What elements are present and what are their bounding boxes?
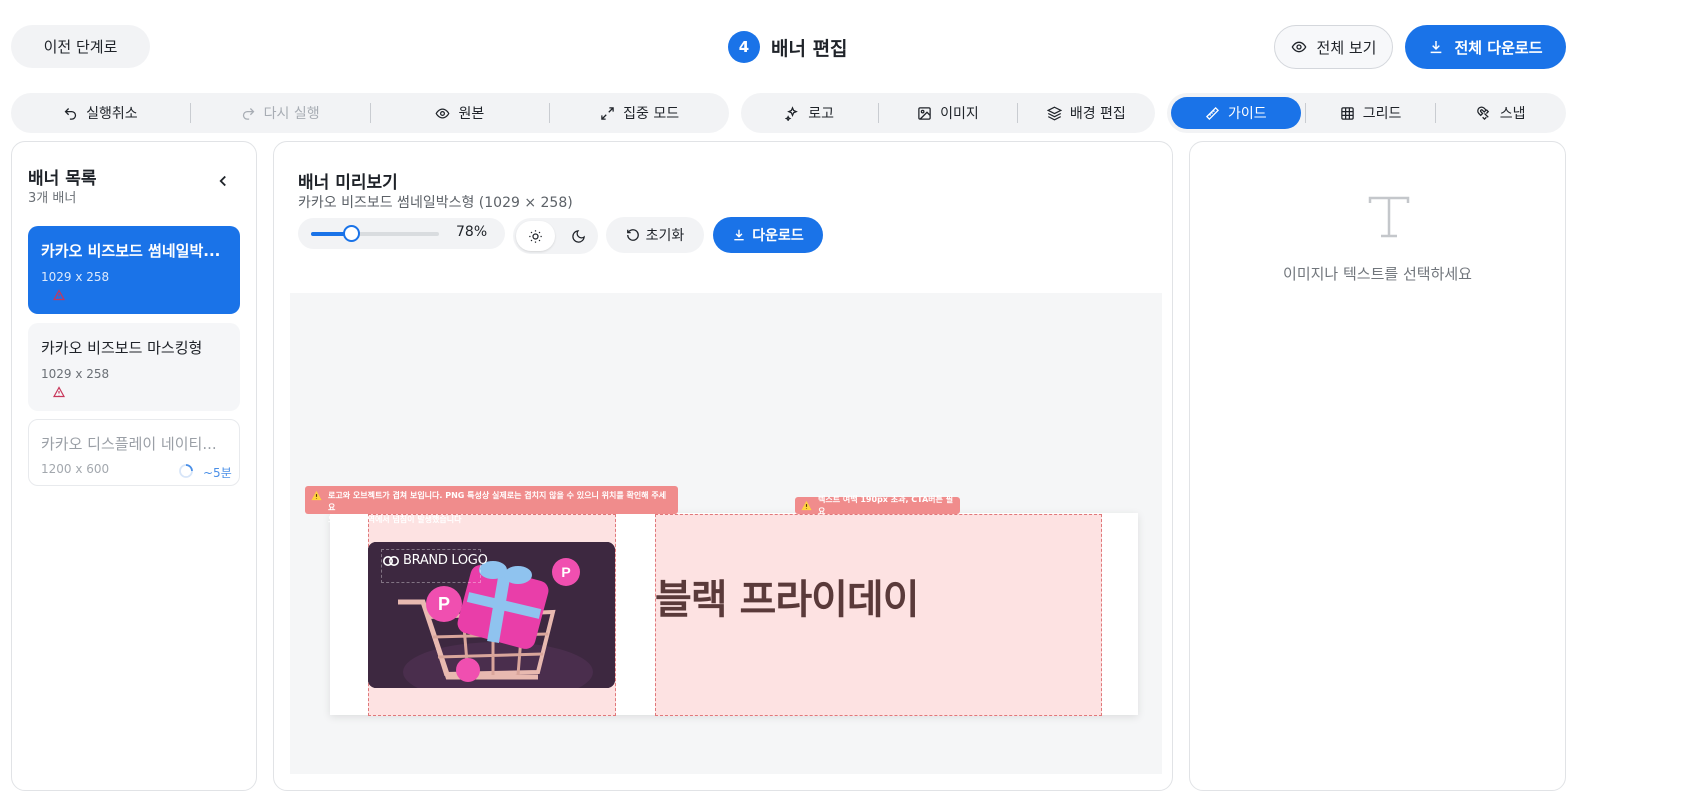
banner-list-title: 배너 목록 (28, 169, 97, 189)
banner-name: 카카오 디스플레이 네이티... (41, 435, 217, 453)
original-label: 원본 (458, 106, 485, 122)
magnet-icon (1476, 105, 1492, 121)
overlap-warning-text: 로고와 오브젝트가 겹쳐 보입니다. PNG 특성상 실제로는 겹치지 않을 수… (328, 490, 672, 526)
banner-size: 1029 x 258 (41, 367, 110, 381)
expand-icon (600, 106, 615, 121)
download-all-label: 전체 다운로드 (1454, 38, 1543, 57)
step-indicator: 4 배너 편집 (728, 30, 848, 64)
text-margin-warning: 텍스트 여백 190px 초과, CTA버튼 필요 (795, 495, 960, 516)
layers-icon (1046, 106, 1062, 121)
eye-icon (435, 106, 450, 121)
text-margin-warning-text: 텍스트 여백 190px 초과, CTA버튼 필요 (818, 494, 954, 516)
back-button-label: 이전 단계로 (43, 38, 118, 56)
collapse-panel-button[interactable] (214, 172, 232, 190)
background-edit-button[interactable]: 배경 편집 (1018, 93, 1155, 133)
banner-headline[interactable]: 블랙 프라이데이 (655, 567, 920, 625)
view-all-button[interactable]: 전체 보기 (1274, 25, 1393, 69)
eye-icon (1291, 39, 1307, 55)
image-icon (917, 106, 932, 121)
view-all-label: 전체 보기 (1316, 38, 1377, 57)
history-toolbar: 실행취소 다시 실행 원본 집중 모드 (11, 93, 729, 133)
empty-selection-message: 이미지나 텍스트를 선택하세요 (1283, 265, 1472, 283)
download-icon (1428, 39, 1444, 55)
redo-label: 다시 실행 (263, 106, 320, 122)
sun-icon (528, 229, 543, 244)
guide-toggle[interactable]: 가이드 (1171, 97, 1301, 129)
reset-icon (626, 228, 640, 242)
moon-icon (571, 229, 586, 244)
background-edit-label: 배경 편집 (1069, 106, 1126, 122)
svg-text:P: P (438, 594, 450, 614)
step-number: 4 (728, 31, 760, 63)
guide-label: 가이드 (1228, 106, 1267, 122)
preview-subtitle: 카카오 비즈보드 썸네일박스형 (1029 × 258) (298, 195, 573, 211)
overlap-warning: 로고와 오브젝트가 겹쳐 보입니다. PNG 특성상 실제로는 겹치지 않을 수… (305, 486, 678, 524)
dark-theme-button[interactable] (563, 221, 593, 251)
grid-toggle[interactable]: 그리드 (1306, 93, 1436, 133)
banner-list-item[interactable]: 카카오 디스플레이 네이티... 1200 x 600 ~5분 (28, 419, 240, 486)
download-all-button[interactable]: 전체 다운로드 (1405, 25, 1566, 69)
logo-button[interactable]: 로고 (741, 93, 878, 133)
banner-list-item[interactable]: 카카오 비즈보드 마스킹형 1029 x 258 (28, 323, 240, 411)
warning-icon (53, 386, 65, 398)
logo-bounding-box (381, 549, 481, 583)
tools-toolbar: 로고 이미지 배경 편집 (741, 93, 1155, 133)
reset-label: 초기화 (645, 228, 685, 244)
original-button[interactable]: 원본 (371, 93, 550, 133)
warning-icon (311, 490, 322, 501)
image-button[interactable]: 이미지 (879, 93, 1016, 133)
download-label: 다운로드 (752, 228, 804, 244)
warning-icon (53, 289, 65, 301)
page-title: 배너 편집 (771, 37, 848, 60)
grid-icon (1340, 106, 1355, 121)
banner-size: 1029 x 258 (41, 270, 110, 284)
banner-count: 3개 배너 (28, 191, 77, 206)
overlap-warning-line: 오브젝트 영역에서 넘침이 발생했습니다 (328, 515, 462, 524)
undo-button[interactable]: 실행취소 (11, 93, 190, 133)
download-icon (732, 228, 746, 242)
undo-label: 실행취소 (86, 106, 138, 122)
snap-toggle[interactable]: 스냅 (1436, 93, 1566, 133)
banner-size: 1200 x 600 (41, 462, 110, 476)
light-theme-button[interactable] (516, 221, 555, 251)
chevron-left-icon (214, 172, 232, 190)
grid-label: 그리드 (1362, 106, 1402, 122)
overlap-warning-line: 로고와 오브젝트가 겹쳐 보입니다. PNG 특성상 실제로는 겹치지 않을 수… (328, 491, 667, 512)
zoom-slider-handle[interactable] (343, 225, 360, 242)
redo-icon (241, 106, 256, 121)
sparkle-icon (785, 105, 800, 121)
eta-label: ~5분 (203, 466, 232, 480)
text-icon (1366, 194, 1412, 240)
image-label: 이미지 (940, 106, 979, 122)
guides-toolbar: 가이드 그리드 스냅 (1167, 93, 1566, 133)
banner-name: 카카오 비즈보드 썸네일박... (41, 242, 221, 260)
download-button[interactable]: 다운로드 (713, 217, 823, 253)
banner-name: 카카오 비즈보드 마스킹형 (41, 339, 203, 357)
reset-button[interactable]: 초기화 (606, 217, 704, 253)
logo-label: 로고 (808, 106, 835, 122)
focus-mode-label: 집중 모드 (623, 106, 680, 122)
warning-icon (801, 500, 812, 511)
snap-label: 스냅 (1499, 106, 1526, 122)
loading-spinner-icon (178, 463, 194, 479)
svg-text:P: P (561, 564, 570, 580)
undo-icon (63, 106, 78, 121)
focus-mode-button[interactable]: 집중 모드 (550, 93, 729, 133)
ruler-icon (1205, 106, 1220, 121)
redo-button[interactable]: 다시 실행 (191, 93, 370, 133)
banner-list-item[interactable]: 카카오 비즈보드 썸네일박... 1029 x 258 (28, 226, 240, 314)
zoom-value: 78% (456, 224, 488, 240)
back-button[interactable]: 이전 단계로 (11, 25, 150, 68)
preview-title: 배너 미리보기 (298, 173, 398, 193)
